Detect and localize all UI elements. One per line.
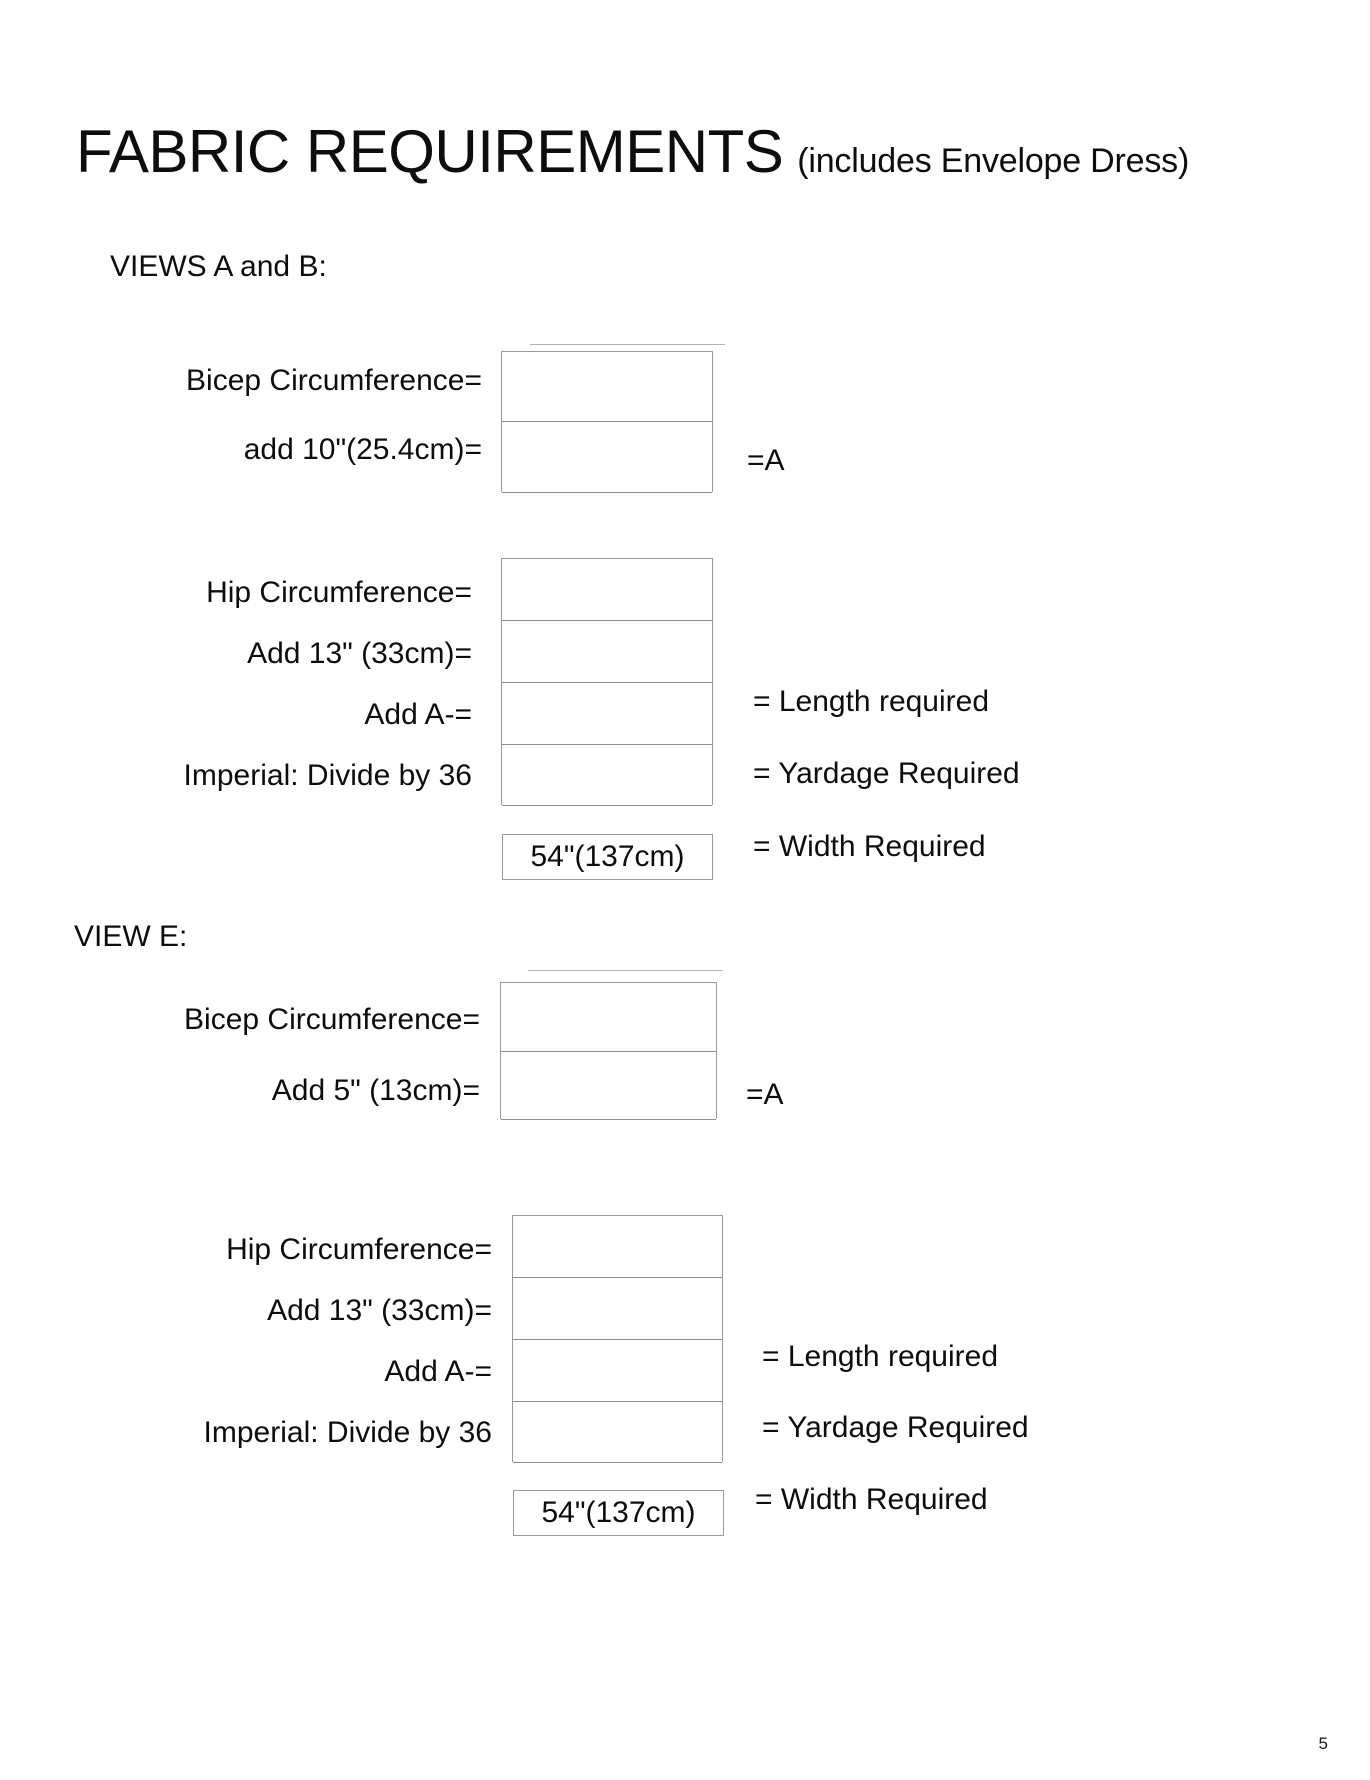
- table-row[interactable]: [502, 352, 712, 422]
- width-required-box-views-ab[interactable]: 54"(137cm): [502, 834, 713, 880]
- table-row[interactable]: [502, 422, 712, 493]
- width-required-box-view-e[interactable]: 54"(137cm): [513, 1490, 724, 1536]
- hip-imperial-divide-label: Imperial: Divide by 36: [203, 1416, 492, 1449]
- length-required-note-views-ab: = Length required: [753, 685, 990, 718]
- table-row[interactable]: [513, 1278, 722, 1340]
- page-title-subtitle: (includes Envelope Dress): [797, 142, 1190, 180]
- hip-circumference-label: Hip Circumference=: [226, 1233, 492, 1266]
- bicep-label-column-view-e: Bicep Circumference= Add 5" (13cm)=: [60, 1005, 480, 1106]
- bicep-add-label: add 10"(25.4cm)=: [243, 433, 482, 466]
- hip-add-a-label: Add A-=: [384, 1355, 492, 1388]
- table-row[interactable]: [513, 1216, 722, 1278]
- bicep-label-column-views-ab: Bicep Circumference= add 10"(25.4cm)=: [60, 366, 482, 465]
- bicep-circumference-label: Bicep Circumference=: [186, 364, 482, 397]
- yardage-required-note-view-e: = Yardage Required: [762, 1411, 1029, 1444]
- hip-label-column-views-ab: Hip Circumference= Add 13" (33cm)= Add A…: [60, 578, 472, 791]
- bicep-table-views-ab[interactable]: [501, 351, 713, 493]
- bicep-table-top-rule-view-e: [528, 970, 723, 971]
- width-required-note-views-ab: = Width Required: [753, 830, 986, 863]
- width-required-value: 54"(137cm): [541, 1496, 696, 1529]
- table-row[interactable]: [502, 745, 712, 806]
- bicep-add-label: Add 5" (13cm)=: [271, 1074, 480, 1107]
- table-row[interactable]: [513, 1340, 722, 1402]
- hip-circumference-label: Hip Circumference=: [206, 576, 472, 609]
- document-page: FABRIC REQUIREMENTS (includes Envelope D…: [0, 0, 1370, 1780]
- hip-label-column-view-e: Hip Circumference= Add 13" (33cm)= Add A…: [80, 1235, 492, 1448]
- table-row[interactable]: [501, 983, 716, 1052]
- table-row[interactable]: [502, 621, 712, 683]
- page-title: FABRIC REQUIREMENTS (includes Envelope D…: [76, 122, 1189, 182]
- bicep-table-view-e[interactable]: [500, 982, 717, 1120]
- yardage-required-note-views-ab: = Yardage Required: [753, 757, 1020, 790]
- section-heading-view-e: VIEW E:: [74, 920, 188, 953]
- hip-add-a-label: Add A-=: [364, 698, 472, 731]
- table-row[interactable]: [502, 683, 712, 745]
- bicep-result-note-views-ab: =A: [747, 444, 785, 477]
- section-heading-views-ab: VIEWS A and B:: [110, 250, 327, 283]
- bicep-table-top-rule-views-ab: [530, 344, 725, 345]
- bicep-circumference-label: Bicep Circumference=: [184, 1003, 480, 1036]
- table-row[interactable]: [501, 1052, 716, 1120]
- page-number: 5: [1318, 1734, 1328, 1753]
- hip-table-view-e[interactable]: [512, 1215, 723, 1463]
- hip-add-13-label: Add 13" (33cm)=: [247, 637, 472, 670]
- hip-imperial-divide-label: Imperial: Divide by 36: [183, 759, 472, 792]
- hip-add-13-label: Add 13" (33cm)=: [267, 1294, 492, 1327]
- width-required-value: 54"(137cm): [530, 840, 685, 873]
- hip-table-views-ab[interactable]: [501, 558, 713, 806]
- length-required-note-view-e: = Length required: [762, 1340, 999, 1373]
- table-row[interactable]: [502, 559, 712, 621]
- page-title-main: FABRIC REQUIREMENTS: [76, 118, 784, 185]
- bicep-result-note-view-e: =A: [746, 1078, 784, 1111]
- width-required-note-view-e: = Width Required: [755, 1483, 988, 1516]
- table-row[interactable]: [513, 1402, 722, 1463]
